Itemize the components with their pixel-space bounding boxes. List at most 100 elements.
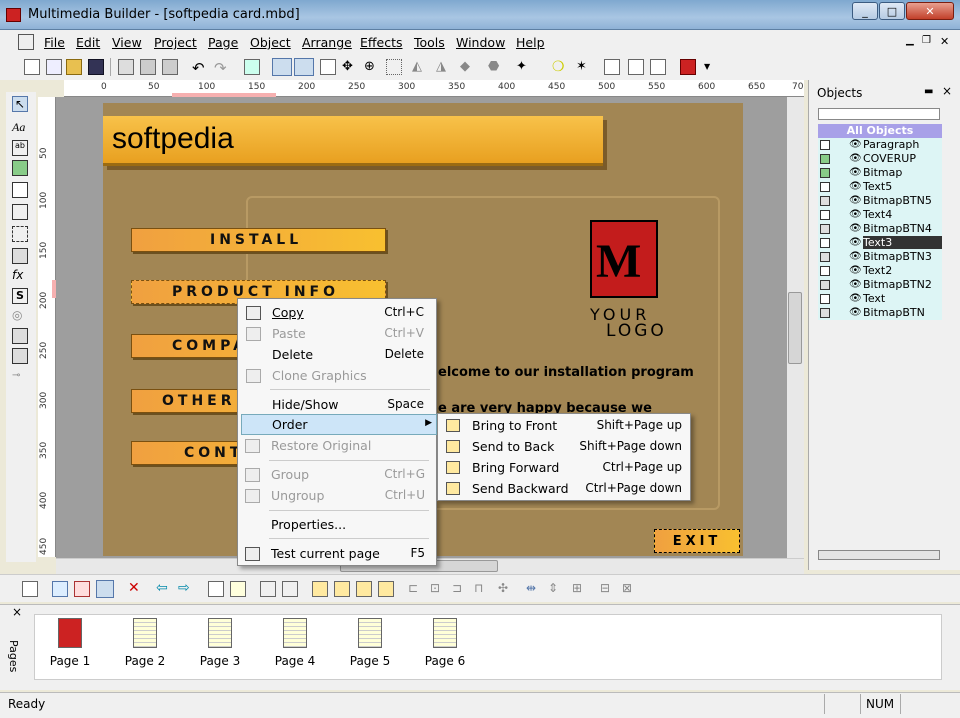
select-area-icon[interactable]	[386, 59, 402, 75]
objects-scrollbar[interactable]	[818, 550, 940, 560]
menu-arrange[interactable]: Arrange	[302, 35, 352, 50]
eye-icon[interactable]: 👁	[849, 153, 862, 164]
layer-active-icon[interactable]	[96, 580, 114, 598]
eye-icon[interactable]: 👁	[849, 279, 862, 290]
redo-icon[interactable]: ↷	[214, 59, 230, 77]
button-tool-icon[interactable]	[12, 182, 28, 198]
menu-window[interactable]: Window	[456, 35, 505, 50]
menu-file[interactable]: File	[44, 35, 65, 50]
video-tool-icon[interactable]	[12, 248, 28, 264]
menu-view[interactable]: View	[112, 35, 142, 50]
align-right-icon[interactable]: ⊐	[452, 581, 468, 597]
new-page-icon[interactable]	[22, 581, 38, 597]
effects-tool-icon[interactable]: fx	[12, 268, 28, 284]
list-item[interactable]: 👁 Text4	[818, 208, 942, 222]
arrow-left-icon[interactable]: ⇦	[156, 580, 172, 596]
balloon-icon[interactable]: ❍	[552, 59, 568, 75]
export-icon[interactable]	[650, 59, 666, 75]
frame-icon[interactable]	[320, 59, 336, 75]
install-button[interactable]: INSTALL	[131, 228, 386, 252]
objects-list[interactable]: All Objects 👁 Paragraph 👁 COVERUP 👁 Bitmap …	[818, 124, 942, 320]
new-file-icon[interactable]	[24, 59, 40, 75]
arrow-right-icon[interactable]: ⇨	[178, 580, 194, 596]
panel-close-icon[interactable]: ×	[942, 84, 952, 98]
list-item[interactable]: 👁 BitmapBTN5	[818, 194, 942, 208]
media-tool-icon[interactable]	[12, 348, 28, 364]
flip-vertical-icon[interactable]: ◮	[436, 59, 452, 75]
pointer-tool-icon[interactable]: ↖	[12, 96, 28, 112]
mdi-minimize-icon[interactable]: ▁	[906, 35, 914, 46]
submenu-send-backward[interactable]: Send Backward	[472, 481, 569, 496]
eye-icon[interactable]: 👁	[849, 209, 862, 220]
open-folder-icon[interactable]	[66, 59, 82, 75]
eye-icon[interactable]: 👁	[849, 251, 862, 262]
context-order[interactable]: Order ▶	[241, 414, 437, 435]
layer-icon[interactable]	[52, 581, 68, 597]
send-backward-icon[interactable]	[378, 581, 394, 597]
eye-icon[interactable]: 👁	[849, 265, 862, 276]
copy-icon[interactable]	[118, 59, 134, 75]
align-center-icon[interactable]: ⊡	[430, 581, 446, 597]
paste-icon[interactable]	[140, 59, 156, 75]
space-vertical-icon[interactable]: ⇕	[548, 581, 564, 597]
page-thumb-6[interactable]: Page 6	[415, 618, 475, 668]
menu-effects[interactable]: Effects	[360, 35, 403, 50]
list-item[interactable]: 👁 Text2	[818, 264, 942, 278]
menu-help[interactable]: Help	[516, 35, 545, 50]
paragraph-tool-icon[interactable]: ab	[12, 140, 28, 156]
page-properties-icon[interactable]	[208, 581, 224, 597]
list-item[interactable]: 👁 BitmapBTN2	[818, 278, 942, 292]
link-tool-icon[interactable]: ⊸	[12, 370, 28, 386]
page-thumb-3[interactable]: Page 3	[190, 618, 250, 668]
list-item[interactable]: 👁 Paragraph	[818, 138, 942, 152]
script-tool-icon[interactable]: S	[12, 288, 28, 304]
close-button[interactable]: ✕	[906, 2, 954, 20]
grid-icon[interactable]	[244, 59, 260, 75]
align-top-icon[interactable]: ⊓	[474, 581, 490, 597]
minimize-button[interactable]: _	[852, 2, 878, 20]
center-icon[interactable]: ✣	[498, 581, 514, 597]
flip-horizontal-icon[interactable]: ◭	[412, 59, 428, 75]
document-icon[interactable]	[18, 34, 34, 50]
context-ungroup[interactable]: Ungroup	[271, 488, 324, 503]
eye-icon[interactable]: 👁	[849, 293, 862, 304]
sparkle-icon[interactable]: ✶	[576, 59, 592, 75]
exit-button[interactable]: EXIT	[654, 529, 740, 553]
context-properties[interactable]: Properties...	[271, 517, 346, 532]
layer-red-icon[interactable]	[74, 581, 90, 597]
banner-text[interactable]: softpedia	[112, 122, 234, 156]
submenu-send-to-back[interactable]: Send to Back	[472, 439, 554, 454]
magic-wand-icon[interactable]: ✦	[516, 59, 532, 75]
page-thumb-5[interactable]: Page 5	[340, 618, 400, 668]
list-item[interactable]: 👁 BitmapBTN3	[818, 250, 942, 264]
all-objects-header[interactable]: All Objects	[818, 124, 942, 138]
eye-icon[interactable]: 👁	[849, 181, 862, 192]
menu-project[interactable]: Project	[154, 35, 197, 50]
vertical-scroll-thumb[interactable]	[788, 292, 802, 364]
eye-icon[interactable]: 👁	[849, 139, 862, 150]
same-size-icon[interactable]: ⊠	[622, 581, 638, 597]
submenu-bring-to-front[interactable]: Bring to Front	[472, 418, 557, 433]
undo-icon[interactable]: ↶	[192, 59, 208, 77]
objects-filter[interactable]	[818, 108, 940, 120]
clone-icon[interactable]	[162, 59, 178, 75]
page-thumb-1[interactable]: Page 1	[40, 618, 100, 668]
zoom-icon[interactable]: ⊕	[364, 59, 380, 75]
page-settings-icon[interactable]	[230, 581, 246, 597]
distribute-icon[interactable]	[282, 581, 298, 597]
menu-tools[interactable]: Tools	[414, 35, 445, 50]
context-group[interactable]: Group	[271, 467, 309, 482]
pages-close-icon[interactable]: ×	[12, 605, 22, 619]
list-item[interactable]: 👁 Text5	[818, 180, 942, 194]
action-icon[interactable]	[628, 59, 644, 75]
layout-icon[interactable]	[272, 58, 292, 76]
script-icon[interactable]	[604, 59, 620, 75]
send-to-back-icon[interactable]	[334, 581, 350, 597]
submenu-bring-forward[interactable]: Bring Forward	[472, 460, 559, 475]
same-height-icon[interactable]: ⊟	[600, 581, 616, 597]
bitmap-tool-icon[interactable]	[12, 160, 28, 176]
context-clone-graphics[interactable]: Clone Graphics	[272, 368, 367, 383]
list-item[interactable]: 👁 Text	[818, 292, 942, 306]
dropdown-arrow-icon[interactable]: ▼	[704, 62, 720, 78]
context-restore-original[interactable]: Restore Original	[271, 438, 371, 453]
